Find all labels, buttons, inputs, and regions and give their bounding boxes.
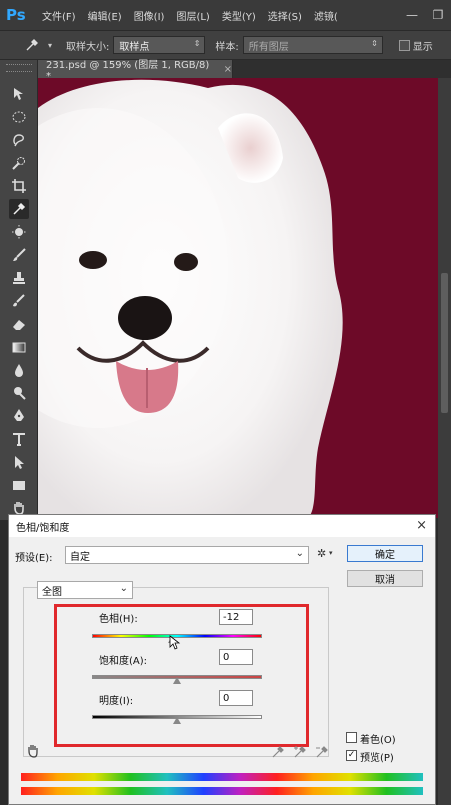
hand-icon[interactable] [25, 743, 41, 759]
menu-bar: Ps 文件(F) 编辑(E) 图像(I) 图层(L) 类型(Y) 选择(S) 滤… [0, 0, 451, 30]
minimize-button[interactable]: — [399, 0, 425, 30]
show-ring-label: 显示 [412, 41, 433, 53]
pen-tool-icon[interactable] [9, 406, 29, 426]
eyedropper-minus-icon[interactable] [315, 745, 329, 759]
lasso-tool-icon[interactable] [9, 130, 29, 150]
clone-stamp-tool-icon[interactable] [9, 268, 29, 288]
cancel-button[interactable]: 取消 [347, 570, 423, 587]
close-icon[interactable]: × [416, 518, 427, 533]
blur-tool-icon[interactable] [9, 360, 29, 380]
preset-select[interactable]: 自定 ⌄ [65, 546, 309, 564]
channel-value: 全图 [42, 586, 62, 598]
menu-layer[interactable]: 图层(L) [176, 8, 209, 23]
result-color-bar [21, 787, 423, 795]
menu-select[interactable]: 选择(S) [268, 8, 302, 23]
rectangle-tool-icon[interactable] [9, 475, 29, 495]
sample-size-select[interactable]: 取样点 ⇕ [113, 36, 206, 54]
chevron-down-icon: ⌄ [295, 548, 304, 559]
sample-select[interactable]: 所有图层 ⇕ [242, 36, 383, 54]
dialog-title: 色相/饱和度 [16, 522, 70, 534]
preview-checkbox[interactable]: ✓ [346, 750, 357, 761]
history-brush-tool-icon[interactable] [9, 291, 29, 311]
sample-size-label: 取样大小: [66, 41, 110, 53]
menu-filter[interactable]: 滤镜( [314, 8, 338, 23]
menu-type[interactable]: 类型(Y) [222, 8, 256, 23]
hue-saturation-dialog: 色相/饱和度 × 预设(E): 自定 ⌄ ✲ ▾ 确定 取消 全图 ⌄ 色相(H… [8, 514, 436, 805]
gear-arrow-icon: ▾ [329, 549, 333, 557]
preset-label: 预设(E): [15, 553, 53, 564]
restore-button[interactable]: ❐ [425, 0, 451, 30]
close-icon[interactable]: × [224, 64, 232, 75]
dog-photo [38, 79, 343, 518]
eyedropper-tool-icon[interactable] [9, 199, 29, 219]
colorize-label: 着色(O) [360, 735, 396, 746]
eyedropper-plus-icon[interactable] [293, 745, 307, 759]
menu-edit[interactable]: 编辑(E) [88, 8, 122, 23]
marquee-tool-icon[interactable] [9, 107, 29, 127]
document-tab[interactable]: 231.psd @ 159% (图层 1, RGB/8) * × [38, 60, 233, 82]
ok-button[interactable]: 确定 [347, 545, 423, 562]
eyedropper-icon[interactable] [271, 745, 285, 759]
panel-grip[interactable] [6, 64, 32, 72]
dialog-titlebar[interactable]: 色相/饱和度 × [9, 515, 435, 537]
chevron-down-icon: ⌄ [119, 583, 128, 594]
eyedropper-icon[interactable] [22, 35, 42, 55]
canvas[interactable] [38, 78, 438, 518]
menu-file[interactable]: 文件(F) [42, 8, 76, 23]
tool-preset-arrow-icon[interactable]: ▾ [48, 41, 52, 50]
sample-size-value: 取样点 [119, 41, 150, 53]
brush-tool-icon[interactable] [9, 245, 29, 265]
source-color-bar [21, 773, 423, 781]
tools-panel [0, 60, 38, 520]
healing-brush-tool-icon[interactable] [9, 222, 29, 242]
gradient-tool-icon[interactable] [9, 337, 29, 357]
colorize-checkbox[interactable] [346, 732, 357, 743]
vertical-scrollbar[interactable] [438, 78, 451, 805]
chevron-updown-icon: ⇕ [371, 39, 378, 48]
chevron-updown-icon: ⇕ [193, 39, 201, 48]
gear-icon[interactable]: ✲ [317, 547, 326, 560]
show-ring-checkbox[interactable] [398, 39, 410, 51]
dodge-tool-icon[interactable] [9, 383, 29, 403]
crop-tool-icon[interactable] [9, 176, 29, 196]
tab-strip [233, 60, 451, 78]
sample-value: 所有图层 [248, 41, 289, 53]
scrollbar-thumb[interactable] [441, 273, 448, 413]
move-tool-icon[interactable] [9, 84, 29, 104]
quick-select-tool-icon[interactable] [9, 153, 29, 173]
menu-image[interactable]: 图像(I) [134, 8, 165, 23]
channel-select[interactable]: 全图 ⌄ [37, 581, 133, 599]
window-controls: — ❐ [399, 0, 451, 30]
type-tool-icon[interactable] [9, 429, 29, 449]
path-select-tool-icon[interactable] [9, 452, 29, 472]
highlight-frame [54, 604, 309, 747]
sample-label: 样本: [215, 41, 239, 53]
preview-label: 预览(P) [360, 753, 394, 764]
preset-value: 自定 [70, 551, 90, 563]
eraser-tool-icon[interactable] [9, 314, 29, 334]
photoshop-logo: Ps [6, 6, 26, 24]
